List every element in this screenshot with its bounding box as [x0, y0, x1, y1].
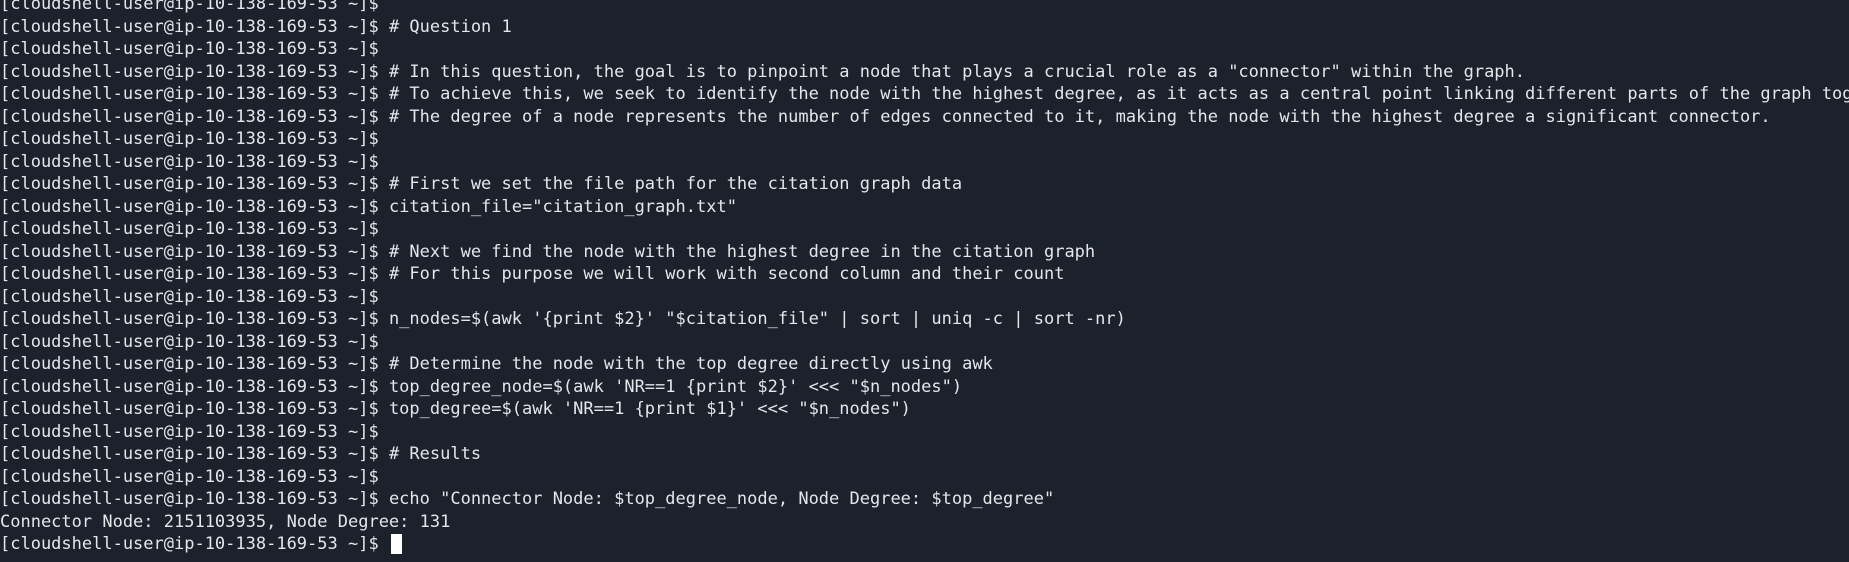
- command-text: # In this question, the goal is to pinpo…: [378, 61, 1526, 82]
- command-text: # Determine the node with the top degree…: [378, 354, 993, 374]
- command-text: # First we set the file path for the cit…: [378, 174, 963, 194]
- terminal-command-line: [cloudshell-user@ip-10-138-169-53 ~]$: [0, 421, 1849, 444]
- command-text: # The degree of a node represents the nu…: [378, 106, 1771, 127]
- terminal-command-line: [cloudshell-user@ip-10-138-169-53 ~]$: [0, 0, 1849, 16]
- terminal-command-line: [cloudshell-user@ip-10-138-169-53 ~]$: [0, 466, 1849, 489]
- output-text: Connector Node: 2151103935, Node Degree:…: [0, 511, 451, 532]
- shell-prompt: [cloudshell-user@ip-10-138-169-53 ~]$: [0, 534, 379, 554]
- command-text: # For this purpose we will work with sec…: [378, 264, 1065, 284]
- terminal-command-line: [cloudshell-user@ip-10-138-169-53 ~]$: [0, 286, 1849, 309]
- shell-prompt: [cloudshell-user@ip-10-138-169-53 ~]$: [0, 16, 379, 37]
- terminal-command-line: [cloudshell-user@ip-10-138-169-53 ~]$: [0, 218, 1849, 241]
- terminal-command-line: [cloudshell-user@ip-10-138-169-53 ~]$ # …: [0, 106, 1849, 129]
- command-text: top_degree_node=$(awk 'NR==1 {print $2}'…: [378, 376, 963, 397]
- shell-prompt: [cloudshell-user@ip-10-138-169-53 ~]$: [0, 39, 379, 59]
- shell-prompt: [cloudshell-user@ip-10-138-169-53 ~]$: [0, 241, 379, 262]
- command-text: # Results: [378, 444, 482, 464]
- shell-prompt: [cloudshell-user@ip-10-138-169-53 ~]$: [0, 196, 379, 217]
- shell-prompt: [cloudshell-user@ip-10-138-169-53 ~]$: [0, 106, 379, 127]
- terminal-command-line: [cloudshell-user@ip-10-138-169-53 ~]$ # …: [0, 61, 1849, 84]
- command-text: n_nodes=$(awk '{print $2}' "$citation_fi…: [378, 309, 1126, 329]
- terminal-command-line: [cloudshell-user@ip-10-138-169-53 ~]$ to…: [0, 376, 1849, 399]
- terminal-command-line: [cloudshell-user@ip-10-138-169-53 ~]$ # …: [0, 83, 1849, 106]
- shell-prompt: [cloudshell-user@ip-10-138-169-53 ~]$: [0, 354, 379, 374]
- command-text: citation_file="citation_graph.txt": [378, 196, 737, 217]
- terminal-command-line: [cloudshell-user@ip-10-138-169-53 ~]$ # …: [0, 241, 1849, 264]
- terminal-command-line: [cloudshell-user@ip-10-138-169-53 ~]$ # …: [0, 16, 1849, 39]
- shell-prompt: [cloudshell-user@ip-10-138-169-53 ~]$: [0, 286, 379, 307]
- shell-prompt: [cloudshell-user@ip-10-138-169-53 ~]$: [0, 84, 379, 104]
- terminal-command-line: [cloudshell-user@ip-10-138-169-53 ~]$: [0, 151, 1849, 174]
- shell-prompt: [cloudshell-user@ip-10-138-169-53 ~]$: [0, 421, 379, 442]
- shell-prompt: [cloudshell-user@ip-10-138-169-53 ~]$: [0, 466, 379, 487]
- shell-prompt: [cloudshell-user@ip-10-138-169-53 ~]$: [0, 151, 379, 172]
- terminal-command-line: [cloudshell-user@ip-10-138-169-53 ~]$ to…: [0, 398, 1849, 421]
- command-text: # Next we find the node with the highest…: [378, 241, 1096, 262]
- shell-prompt: [cloudshell-user@ip-10-138-169-53 ~]$: [0, 309, 379, 329]
- shell-prompt: [cloudshell-user@ip-10-138-169-53 ~]$: [0, 376, 379, 397]
- terminal-command-line: [cloudshell-user@ip-10-138-169-53 ~]$: [0, 128, 1849, 151]
- terminal-output-line: Connector Node: 2151103935, Node Degree:…: [0, 511, 1849, 534]
- shell-prompt: [cloudshell-user@ip-10-138-169-53 ~]$: [0, 61, 379, 82]
- shell-prompt: [cloudshell-user@ip-10-138-169-53 ~]$: [0, 489, 379, 509]
- shell-prompt: [cloudshell-user@ip-10-138-169-53 ~]$: [0, 129, 379, 149]
- command-text: [379, 534, 389, 554]
- terminal-command-line: [cloudshell-user@ip-10-138-169-53 ~]$ ci…: [0, 196, 1849, 219]
- shell-prompt: [cloudshell-user@ip-10-138-169-53 ~]$: [0, 331, 379, 352]
- command-text: echo "Connector Node: $top_degree_node, …: [378, 489, 1055, 509]
- terminal-command-line: [cloudshell-user@ip-10-138-169-53 ~]$: [0, 38, 1849, 61]
- command-text: # Question 1: [378, 16, 512, 37]
- terminal-command-line: [cloudshell-user@ip-10-138-169-53 ~]$: [0, 533, 1849, 556]
- terminal-command-line: [cloudshell-user@ip-10-138-169-53 ~]$ ec…: [0, 488, 1849, 511]
- shell-prompt: [cloudshell-user@ip-10-138-169-53 ~]$: [0, 219, 379, 239]
- terminal-command-line: [cloudshell-user@ip-10-138-169-53 ~]$: [0, 331, 1849, 354]
- terminal-command-line: [cloudshell-user@ip-10-138-169-53 ~]$ # …: [0, 263, 1849, 286]
- shell-prompt: [cloudshell-user@ip-10-138-169-53 ~]$: [0, 444, 379, 464]
- command-text: top_degree=$(awk 'NR==1 {print $1}' <<< …: [378, 399, 911, 419]
- shell-prompt: [cloudshell-user@ip-10-138-169-53 ~]$: [0, 174, 379, 194]
- terminal-command-line: [cloudshell-user@ip-10-138-169-53 ~]$ # …: [0, 443, 1849, 466]
- command-text: # To achieve this, we seek to identify t…: [378, 84, 1849, 104]
- terminal-command-line: [cloudshell-user@ip-10-138-169-53 ~]$ # …: [0, 173, 1849, 196]
- terminal-window[interactable]: [cloudshell-user@ip-10-138-169-53 ~]$ [cl…: [0, 0, 1849, 562]
- shell-prompt: [cloudshell-user@ip-10-138-169-53 ~]$: [0, 264, 379, 284]
- terminal-command-line: [cloudshell-user@ip-10-138-169-53 ~]$ n_…: [0, 308, 1849, 331]
- terminal-command-line: [cloudshell-user@ip-10-138-169-53 ~]$ # …: [0, 353, 1849, 376]
- text-cursor[interactable]: [390, 534, 402, 554]
- shell-prompt: [cloudshell-user@ip-10-138-169-53 ~]$: [0, 399, 379, 419]
- shell-prompt: [cloudshell-user@ip-10-138-169-53 ~]$: [0, 0, 379, 14]
